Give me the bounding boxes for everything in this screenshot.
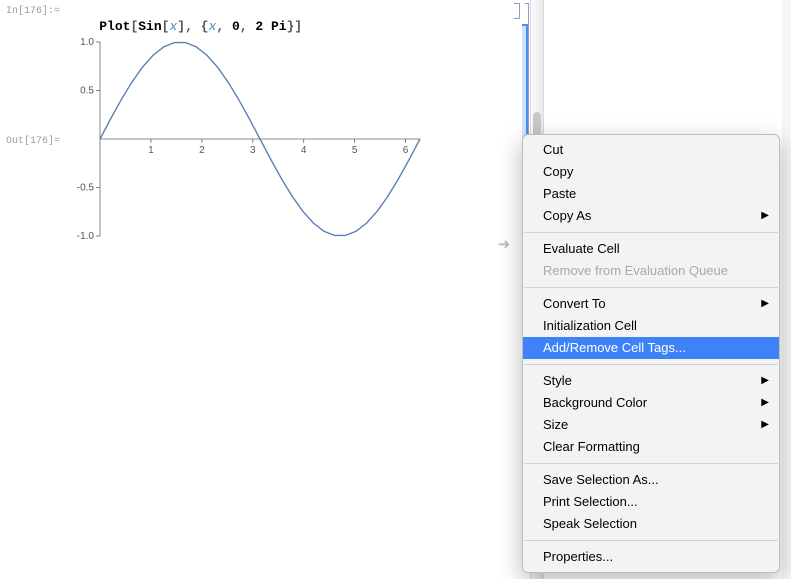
cell-insertion-icon[interactable]: ➜ [495,236,513,254]
menu-item[interactable]: Copy [523,161,779,183]
x-tick-label: 1 [148,145,154,156]
x-tick-label: 6 [403,145,409,156]
menu-item[interactable]: Size ▶ [523,414,779,436]
menu-item-label: Properties... [543,549,613,564]
menu-item: Remove from Evaluation Queue [523,260,779,282]
menu-item[interactable]: Save Selection As... [523,469,779,491]
window-edge [782,0,791,579]
menu-item-label: Size [543,417,568,432]
menu-item-label: Save Selection As... [543,472,659,487]
input-label: In[176]:= [0,6,60,17]
menu-item-label: Copy As [543,208,591,223]
menu-separator [524,287,778,288]
submenu-arrow-icon: ▶ [761,372,769,390]
menu-item[interactable]: Properties... [523,546,779,568]
menu-item[interactable]: Add/Remove Cell Tags... [523,337,779,359]
menu-item-label: Cut [543,142,563,157]
menu-item-label: Initialization Cell [543,318,637,333]
cell-bracket-input[interactable] [514,3,520,19]
menu-item-label: Copy [543,164,573,179]
menu-item-label: Clear Formatting [543,439,640,454]
menu-item-label: Background Color [543,395,647,410]
menu-separator [524,463,778,464]
menu-item-label: Remove from Evaluation Queue [543,263,728,278]
submenu-arrow-icon: ▶ [761,295,769,313]
menu-item[interactable]: Cut [523,139,779,161]
x-tick-label: 2 [199,145,205,156]
x-tick-label: 4 [301,145,307,156]
x-tick-label: 5 [352,145,358,156]
menu-item[interactable]: Evaluate Cell [523,238,779,260]
y-tick-label: 1.0 [80,37,94,48]
menu-item[interactable]: Paste [523,183,779,205]
submenu-arrow-icon: ▶ [761,207,769,225]
notebook-area: In[176]:= Out[176]= Plot[Sin[x], {x, 0, … [0,0,530,579]
menu-separator [524,540,778,541]
x-tick-label: 3 [250,145,256,156]
menu-item[interactable]: Initialization Cell [523,315,779,337]
menu-item-label: Convert To [543,296,606,311]
menu-item[interactable]: Style ▶ [523,370,779,392]
menu-item[interactable]: Convert To ▶ [523,293,779,315]
menu-separator [524,364,778,365]
y-tick-label: 0.5 [80,86,94,97]
menu-item[interactable]: Print Selection... [523,491,779,513]
y-tick-label: -1.0 [77,231,95,242]
menu-item[interactable]: Speak Selection [523,513,779,535]
menu-item[interactable]: Copy As ▶ [523,205,779,227]
menu-separator [524,232,778,233]
menu-item-label: Paste [543,186,576,201]
plot-svg: 1 2 3 4 5 6 -1.0 -0.5 0.5 1.0 [68,32,428,256]
context-menu[interactable]: Cut Copy Paste Copy As ▶ Evaluate Cell Remove … [522,134,780,573]
y-tick-label: -0.5 [77,183,95,194]
menu-item-label: Style [543,373,572,388]
menu-item-label: Speak Selection [543,516,637,531]
output-label: Out[176]= [0,136,60,147]
menu-item-label: Evaluate Cell [543,241,620,256]
menu-item[interactable]: Clear Formatting [523,436,779,458]
output-plot[interactable]: 1 2 3 4 5 6 -1.0 -0.5 0.5 1.0 [68,32,428,256]
submenu-arrow-icon: ▶ [761,394,769,412]
menu-item-label: Print Selection... [543,494,638,509]
menu-item[interactable]: Background Color ▶ [523,392,779,414]
menu-item-label: Add/Remove Cell Tags... [543,340,686,355]
submenu-arrow-icon: ▶ [761,416,769,434]
